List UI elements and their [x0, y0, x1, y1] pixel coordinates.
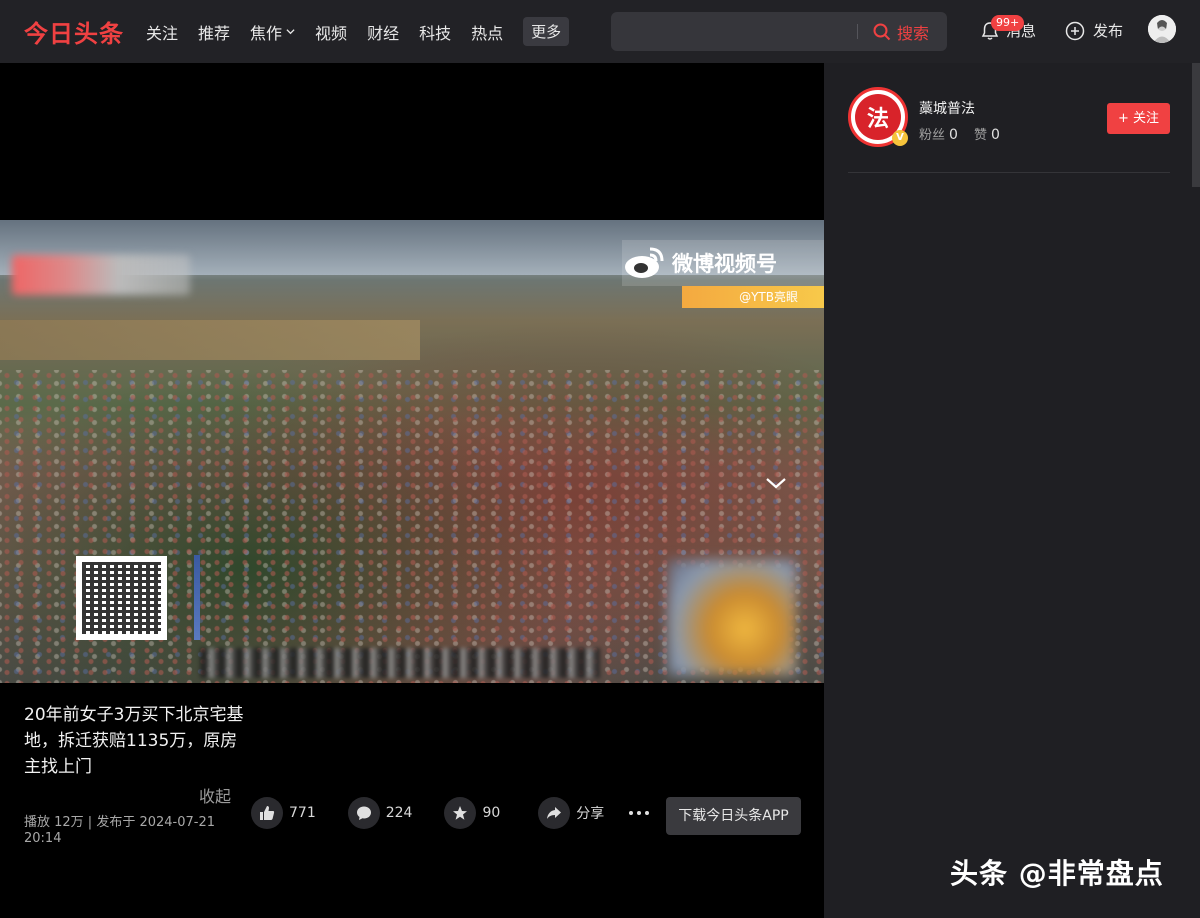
- weibo-brand-text: 微博视频号: [672, 252, 777, 276]
- star-icon: [453, 806, 468, 820]
- publish-label: 发布: [1093, 22, 1124, 40]
- nav-item-hot[interactable]: 热点: [471, 20, 503, 44]
- author-name[interactable]: 藁城普法: [919, 98, 975, 118]
- more-dots-icon: [629, 811, 650, 815]
- nav-item-follow[interactable]: 关注: [146, 20, 178, 44]
- author-stats: 粉丝 0 赞0: [919, 124, 1016, 143]
- user-avatar-image: [1148, 15, 1176, 43]
- verified-badge-icon: V: [892, 130, 908, 146]
- favorite-circle: [444, 797, 477, 829]
- collapse-button[interactable]: 收起: [199, 783, 231, 807]
- favorite-count: 90: [482, 805, 501, 821]
- nav-item-video[interactable]: 视频: [315, 20, 347, 44]
- weibo-handle: @YTB亮眼: [682, 286, 824, 308]
- share-circle: [538, 797, 571, 829]
- download-app-button[interactable]: 下载今日头条APP: [666, 797, 801, 835]
- plus-circle-icon: [1065, 21, 1085, 40]
- toutiao-watermark: 头条 @非常盘点: [950, 857, 1164, 890]
- notifications-badge: 99+: [991, 15, 1025, 31]
- follow-label: 关注: [1132, 111, 1159, 126]
- weibo-watermark: 微博视频号 @YTB亮眼: [622, 240, 824, 308]
- weibo-watermark-top: 微博视频号: [622, 240, 824, 286]
- comment-icon: [356, 806, 371, 820]
- toutiao-logo[interactable]: 今日头条: [24, 14, 124, 49]
- chevron-down-icon[interactable]: [765, 476, 787, 490]
- nav-more-button[interactable]: 更多: [523, 17, 570, 46]
- search-divider: [857, 24, 858, 39]
- sidebar-scrollbar[interactable]: [1192, 63, 1200, 187]
- channel-nav: 关注 推荐 焦作 视频 财经 科技 热点 更多: [146, 0, 570, 63]
- search-box: 搜索: [611, 12, 947, 51]
- blurred-news-label: [12, 255, 190, 295]
- likes-count: 0: [990, 127, 1000, 143]
- search-input[interactable]: [623, 12, 853, 51]
- nav-item-finance[interactable]: 财经: [367, 20, 399, 44]
- video-frame[interactable]: 微博视频号 @YTB亮眼: [0, 220, 824, 683]
- weibo-icon: [625, 247, 664, 278]
- search-button[interactable]: 搜索: [873, 12, 929, 51]
- comment-button[interactable]: 224: [347, 797, 413, 829]
- video-player[interactable]: 微博视频号 @YTB亮眼: [0, 63, 824, 918]
- likes-label: 赞: [973, 128, 987, 143]
- share-label: 分享: [576, 806, 605, 822]
- comment-circle: [347, 797, 380, 829]
- fans-count: 0: [949, 127, 958, 143]
- video-tower: [194, 555, 200, 640]
- nav-item-local[interactable]: 焦作: [250, 20, 295, 44]
- like-button[interactable]: 771: [251, 797, 316, 829]
- author-card: 法 V 藁城普法 粉丝 0 赞0 + 关注: [848, 87, 1170, 173]
- qr-pattern: [82, 562, 161, 634]
- plus-icon: +: [1118, 111, 1129, 126]
- share-button[interactable]: 分享: [538, 797, 604, 829]
- like-circle: [251, 797, 283, 829]
- top-navigation-bar: 今日头条 关注 推荐 焦作 视频 财经 科技 热点 更多 搜索 消息 99+ 发…: [0, 0, 1200, 63]
- nav-item-local-label: 焦作: [250, 23, 283, 43]
- more-options-button[interactable]: [628, 810, 650, 816]
- publish-button[interactable]: 发布: [1065, 20, 1123, 41]
- nav-item-recommend[interactable]: 推荐: [198, 20, 230, 44]
- search-icon: [873, 23, 891, 40]
- share-icon: [547, 807, 562, 819]
- fans-label: 粉丝: [919, 128, 946, 143]
- follow-button[interactable]: + 关注: [1107, 103, 1170, 134]
- like-count: 771: [289, 805, 316, 821]
- thumbs-up-icon: [260, 806, 275, 820]
- nav-item-tech[interactable]: 科技: [419, 20, 451, 44]
- action-bar: 771 224 90 分享: [251, 797, 650, 829]
- chevron-down-icon: [286, 29, 295, 35]
- video-fields: [0, 320, 420, 360]
- author-fans: 粉丝 0: [919, 124, 958, 143]
- blurred-thumbnail: [668, 560, 796, 675]
- author-likes: 赞0: [974, 124, 1000, 143]
- video-meta: 播放 12万 | 发布于 2024-07-21 20:14: [24, 815, 216, 846]
- qr-code: [76, 556, 167, 640]
- search-button-label: 搜索: [897, 23, 930, 43]
- favorite-button[interactable]: 90: [444, 797, 500, 829]
- user-avatar[interactable]: [1148, 15, 1176, 43]
- video-title: 20年前女子3万买下北京宅基地，拆迁获赔1135万，原房主找上门: [24, 705, 244, 777]
- comment-count: 224: [385, 805, 413, 821]
- blurred-subtitle: [200, 648, 600, 678]
- author-sidebar: 法 V 藁城普法 粉丝 0 赞0 + 关注: [824, 63, 1200, 918]
